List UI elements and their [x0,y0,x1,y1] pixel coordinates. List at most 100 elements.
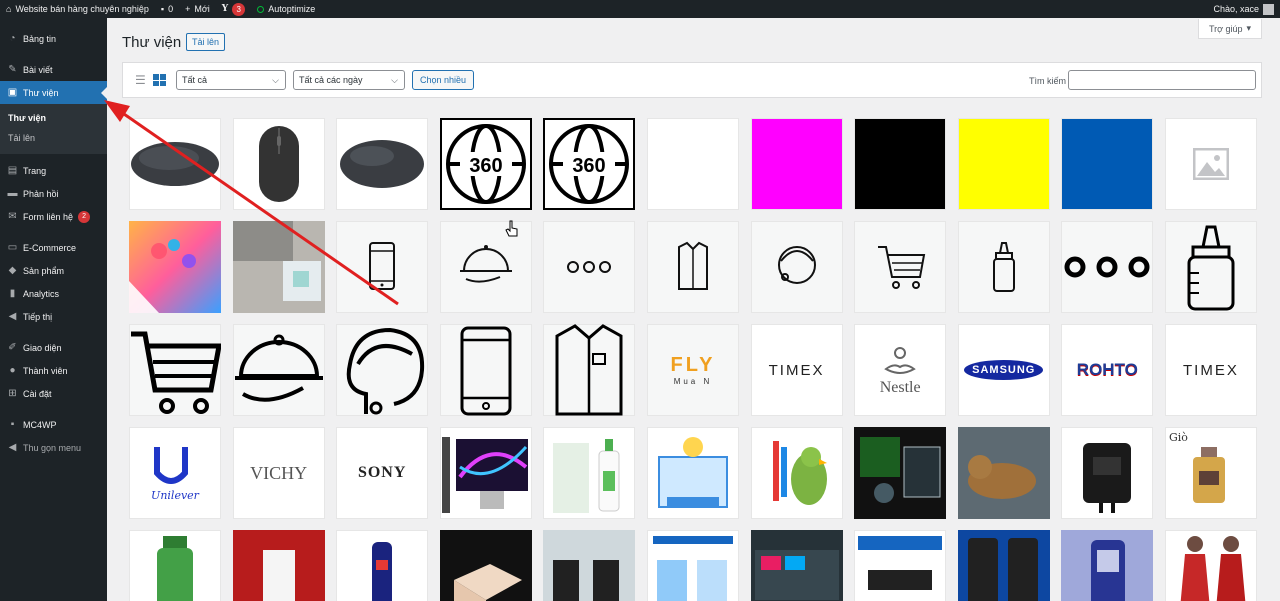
media-tile-360-1[interactable]: 360 [439,118,532,210]
yoast-link[interactable]: Y 3 [216,0,251,18]
yoast-badge: 3 [232,2,246,16]
site-name-link[interactable]: ⌂ Website bán hàng chuyên nghiệp [0,0,155,18]
sidebar-item-dashboard[interactable]: ◔ Bảng tin [0,27,107,50]
media-tile-dots-outline[interactable] [543,221,636,313]
media-tile-shirt-outline[interactable] [646,221,739,313]
media-tile-hamster-cage[interactable] [646,427,739,519]
plus-icon: + [185,4,191,14]
media-tile-colorful-tablet[interactable] [129,221,221,313]
media-tile-ad-banner[interactable] [646,530,739,601]
autoptimize-link[interactable]: Autoptimize [251,0,321,18]
sidebar-item-analytics[interactable]: ▮ Analytics [0,282,107,305]
search-input[interactable] [1068,70,1256,90]
media-tile-mouse-2[interactable] [232,118,325,210]
media-tile-magenta[interactable] [750,118,843,210]
media-tile-rohto[interactable]: ROHTO [1061,324,1154,416]
media-tile-monitor[interactable] [439,427,532,519]
media-tile-tv[interactable] [750,530,843,601]
media-tile-phone-bold[interactable] [439,324,532,416]
new-content-link[interactable]: + Mới [179,0,216,18]
media-tile-deodorant[interactable] [336,530,429,601]
dress-photo [1180,536,1246,601]
settings-icon: ⊞ [8,388,17,399]
media-tile-phone-outline[interactable] [336,221,429,313]
media-tile-yellow[interactable] [957,118,1050,210]
media-tile-parrot[interactable] [750,427,843,519]
media-tile-phones-blue[interactable] [957,530,1050,601]
sidebar-item-media[interactable]: ▣ Thư viện [0,81,107,104]
media-tile-dress[interactable] [1164,530,1257,601]
date-filter[interactable]: Tất cả các ngày ⌵ [293,70,405,90]
media-tile-headset-outline[interactable] [750,221,843,313]
sidebar-item-comments[interactable]: ▬ Phản hồi [0,182,107,205]
media-tile-timex-1[interactable]: TIMEX [750,324,843,416]
submenu-library[interactable]: Thư viện [0,108,107,128]
media-type-filter[interactable]: Tất cả ⌵ [176,70,286,90]
media-tile-timex-2[interactable]: TIMEX [1164,324,1257,416]
media-tile-aquarium[interactable] [854,427,947,519]
sidebar-item-settings[interactable]: ⊞ Cài đặt [0,382,107,405]
sidebar-item-pages[interactable]: ▤ Trang [0,159,107,182]
media-tile-cart-bold[interactable] [129,324,221,416]
sidebar-item-posts[interactable]: ✎ Bài viết [0,58,107,81]
sidebar-item-users[interactable]: ● Thành viên [0,359,107,382]
media-tile-unilever[interactable]: Unilever [129,427,221,519]
nestle-logo: Nestle [880,343,921,397]
media-tile-samsung[interactable]: SAMSUNG [957,324,1050,416]
media-tile-dog[interactable] [957,427,1050,519]
media-tile-perfume[interactable]: Giò [1164,427,1257,519]
comments-link[interactable]: ▪ 0 [155,0,179,18]
sidebar-item-marketing[interactable]: ◀ Tiếp thị [0,305,107,328]
media-tile-sony[interactable]: SONY [336,427,429,519]
mail-icon: ✉ [8,211,17,222]
help-tab-button[interactable]: Trợ giúp ▾ [1198,19,1262,39]
media-tile-mouse-1[interactable] [129,118,221,210]
media-tile-dots-bold[interactable] [1061,221,1154,313]
sidebar-item-contact-form[interactable]: ✉ Form liên hệ 2 [0,205,107,228]
lotion-bottle-photo [157,536,193,601]
add-new-button[interactable]: Tải lên [186,33,226,51]
appearance-icon: ✐ [8,342,17,353]
caret-down-icon: ▾ [1246,23,1252,33]
media-tile-bottle-outline[interactable] [957,221,1050,313]
sidebar-item-ecommerce[interactable]: ▭ E-Commerce [0,236,107,259]
media-tile-white[interactable] [646,118,739,210]
sidebar-item-appearance[interactable]: ✐ Giao diện [0,336,107,359]
media-tile-cosmetic[interactable] [232,530,325,601]
media-tile-headset-bold[interactable] [336,324,429,416]
media-tile-shirt-bold[interactable] [543,324,636,416]
media-tile-vichy[interactable]: VICHY [232,427,325,519]
media-tile-mouse-3[interactable] [336,118,429,210]
shirt-icon [677,241,708,290]
bulk-select-button[interactable]: Chọn nhiều [412,70,475,90]
media-tile-placeholder[interactable] [1164,118,1257,210]
media-tile-dvb-box[interactable] [854,530,947,601]
unilever-u-icon [154,446,189,484]
media-tile-box[interactable] [439,530,532,601]
media-tile-desk-photo[interactable] [232,221,325,313]
collapse-menu-button[interactable]: ◀ Thu gọn menu [0,436,107,459]
sidebar-item-mc4wp[interactable]: ▪ MC4WP [0,413,107,436]
media-tile-black[interactable] [854,118,947,210]
media-tile-spray[interactable] [543,427,636,519]
media-tile-fly-banner[interactable]: FLY Mua N [646,324,739,416]
grid-view-icon[interactable] [153,74,166,86]
sidebar-item-products[interactable]: ◆ Sản phẩm [0,259,107,282]
label-360: 360 [573,155,606,177]
media-tile-charger[interactable] [1061,427,1154,519]
gift-box-photo [439,530,532,601]
media-tile-cloche-bold[interactable] [232,324,325,416]
media-tile-green-bottle[interactable] [129,530,221,601]
list-view-icon[interactable]: ☰ [135,74,148,86]
media-tile-phone-hand[interactable] [1061,530,1154,601]
sidebar-item-label: E-Commerce [23,242,77,253]
media-tile-speakers[interactable] [543,530,636,601]
media-tile-360-2[interactable]: 360 [543,118,636,210]
analytics-icon: ▮ [9,288,16,299]
media-tile-nestle[interactable]: Nestle [854,324,947,416]
media-tile-bottle-bold[interactable] [1164,221,1257,313]
media-tile-cart-outline[interactable] [854,221,947,313]
media-tile-blue[interactable] [1061,118,1154,210]
account-menu[interactable]: Chào, xace [1207,0,1280,18]
submenu-upload[interactable]: Tải lên [0,128,107,148]
